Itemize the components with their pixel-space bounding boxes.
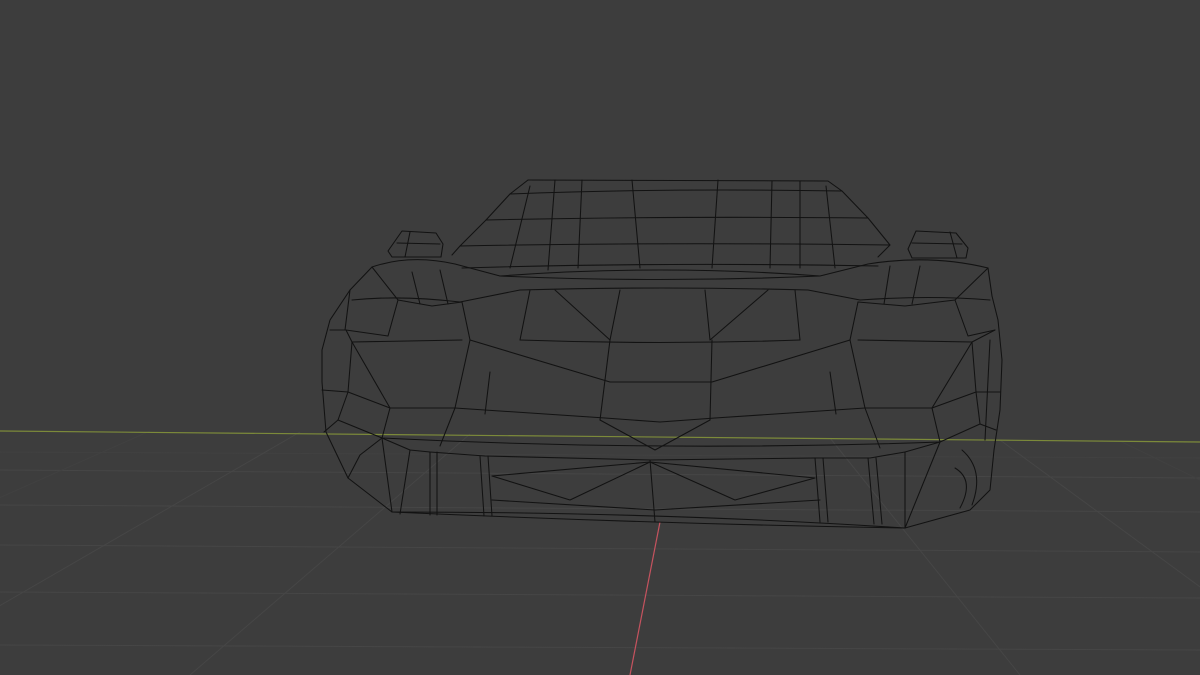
car-side-left (321, 289, 393, 513)
x-axis-line (629, 521, 661, 675)
car-mirror-left (387, 230, 444, 258)
car-hood (344, 259, 996, 409)
3d-viewport[interactable] (0, 0, 1200, 675)
floor-grid (0, 430, 1200, 675)
car-nose (337, 329, 996, 451)
car-roof (451, 179, 891, 271)
y-axis-line (0, 430, 1200, 443)
car-bumper (381, 437, 941, 529)
car-mirror-right (907, 230, 969, 259)
viewport-scene[interactable] (0, 0, 1200, 675)
